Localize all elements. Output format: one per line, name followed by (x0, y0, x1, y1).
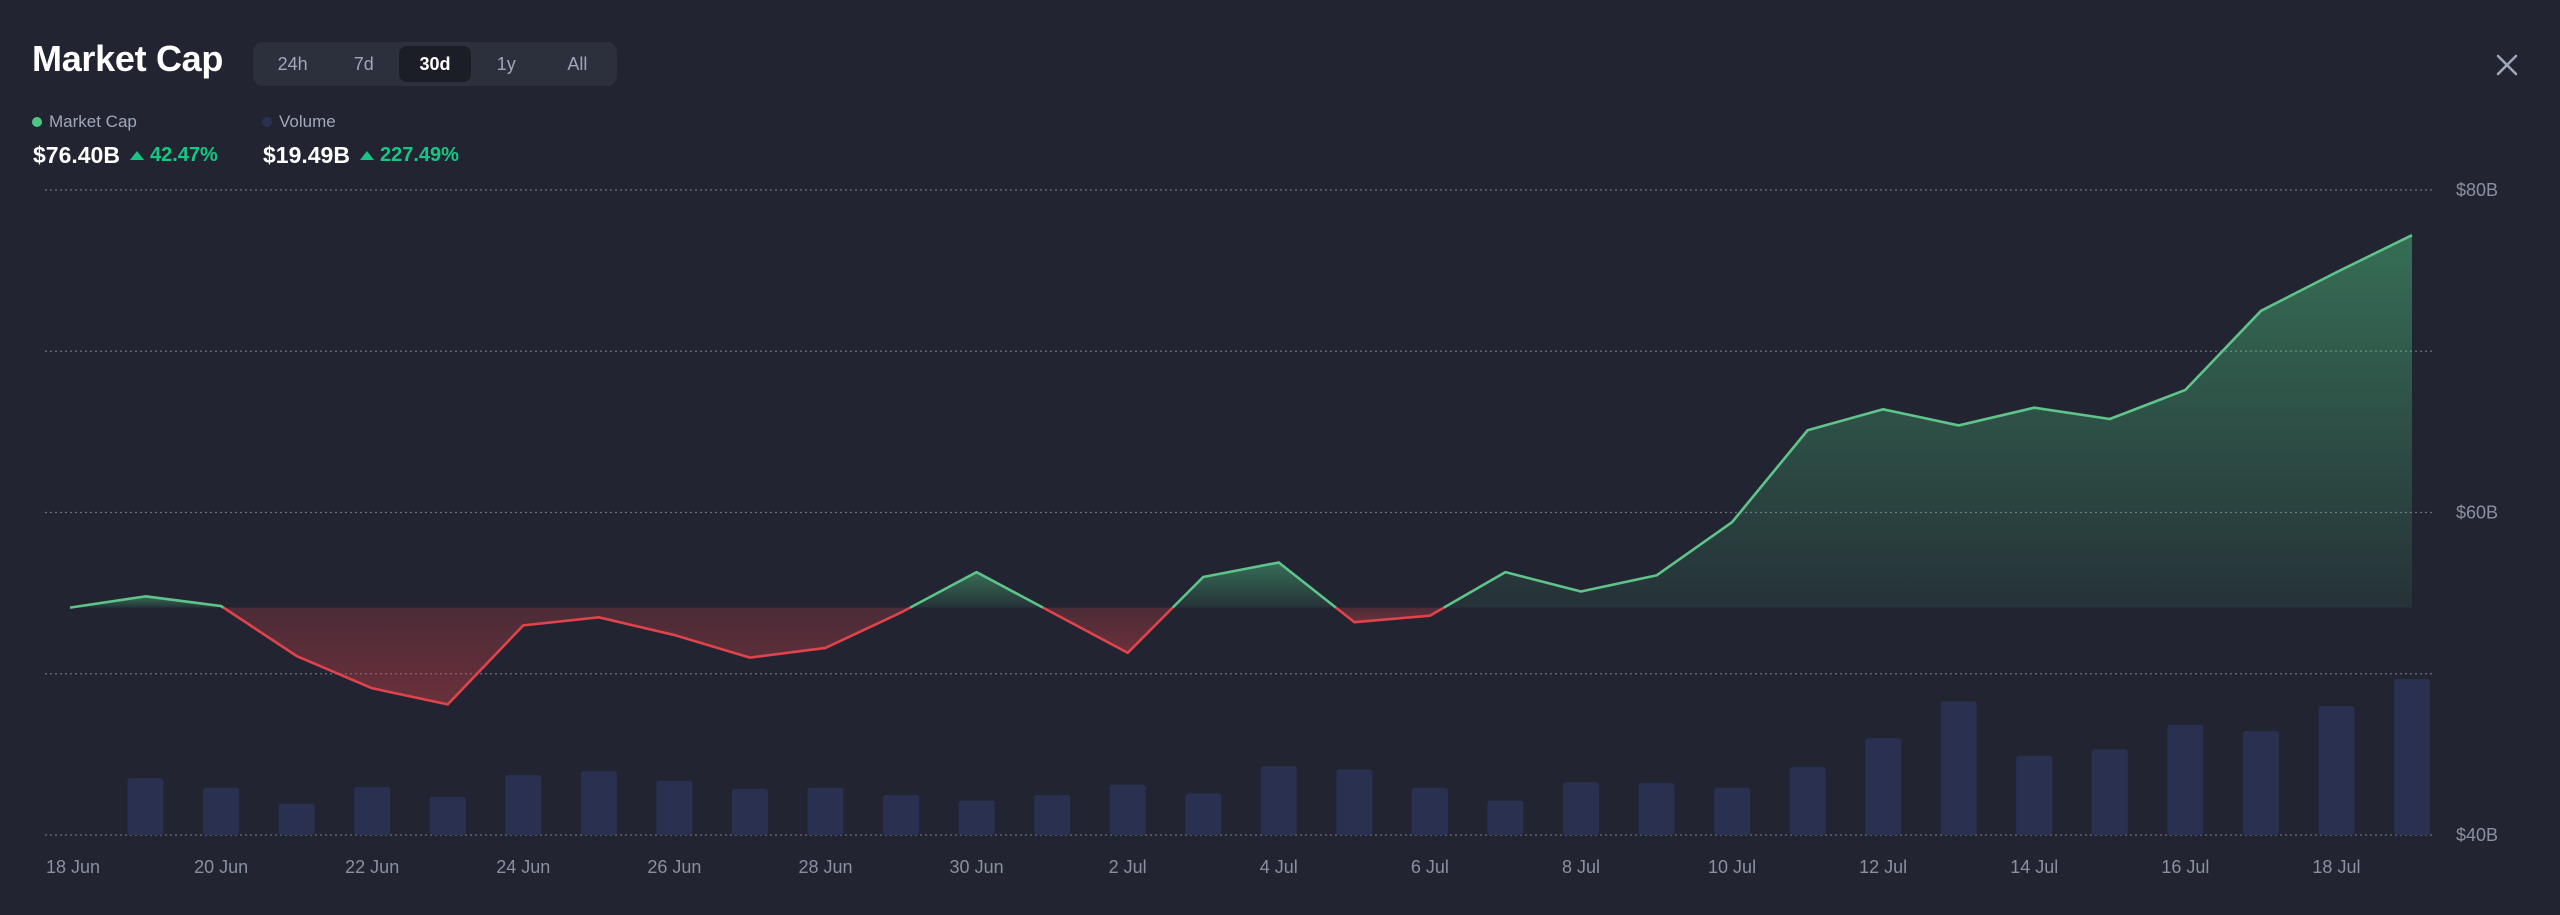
x-tick-label: 8 Jul (1562, 857, 1600, 877)
volume-bar (2318, 706, 2355, 835)
volume-bar (1260, 766, 1297, 835)
x-tick-label: 22 Jun (345, 857, 399, 877)
volume-bar (1865, 738, 1902, 835)
volume-bar (1940, 701, 1977, 835)
volume-bar (1336, 769, 1373, 835)
volume-bar (807, 787, 844, 835)
y-tick-label: $80B (2456, 180, 2498, 200)
y-tick-label: $60B (2456, 503, 2498, 523)
area-above-baseline (1443, 235, 2412, 608)
volume-bar (958, 800, 995, 835)
x-tick-label: 4 Jul (1260, 857, 1298, 877)
volume-bar (278, 803, 315, 835)
x-tick-label: 10 Jul (1708, 857, 1756, 877)
volume-bar (2242, 731, 2279, 835)
x-tick-label: 6 Jul (1411, 857, 1449, 877)
volume-bar (2016, 755, 2053, 835)
x-tick-label: 16 Jul (2161, 857, 2209, 877)
volume-bar (1487, 800, 1524, 835)
volume-bar (1638, 783, 1675, 835)
volume-bar (1411, 787, 1448, 835)
volume-bar (1034, 795, 1071, 835)
x-tick-label: 20 Jun (194, 857, 248, 877)
market-cap-chart[interactable]: $80B $60B $40B 18 Jun 20 Jun 22 Jun 24 Jun 26 J… (0, 0, 2560, 915)
area-below-baseline (1043, 607, 1173, 653)
x-tick-label: 18 Jul (2312, 857, 2360, 877)
volume-bar (1109, 784, 1146, 835)
x-tick-label: 28 Jun (798, 857, 852, 877)
area-above-baseline (910, 572, 1044, 608)
volume-bar (127, 778, 164, 835)
area-above-baseline (1172, 562, 1336, 608)
x-tick-label: 26 Jun (647, 857, 701, 877)
volume-bar (580, 771, 617, 835)
volume-bar (203, 787, 240, 835)
area-above-baseline (70, 596, 224, 608)
volume-bar (1714, 787, 1751, 835)
volume-bar (1185, 793, 1222, 835)
volume-bar (505, 775, 542, 835)
x-tick-label: 12 Jul (1859, 857, 1907, 877)
x-tick-label: 30 Jun (950, 857, 1004, 877)
volume-bar (2394, 679, 2430, 835)
volume-bar (429, 796, 466, 835)
volume-bar (1562, 782, 1599, 835)
volume-bar (883, 795, 920, 835)
y-tick-label: $40B (2456, 825, 2498, 845)
area-below-baseline (223, 607, 911, 705)
volume-bar (2091, 749, 2128, 835)
volume-bar (656, 780, 693, 835)
volume-bar (1789, 767, 1826, 835)
x-tick-label: 18 Jun (46, 857, 100, 877)
volume-bar (354, 787, 391, 835)
x-tick-label: 14 Jul (2010, 857, 2058, 877)
x-tick-label: 2 Jul (1109, 857, 1147, 877)
volume-bar (2167, 724, 2204, 835)
x-tick-label: 24 Jun (496, 857, 550, 877)
volume-bar (731, 788, 768, 835)
